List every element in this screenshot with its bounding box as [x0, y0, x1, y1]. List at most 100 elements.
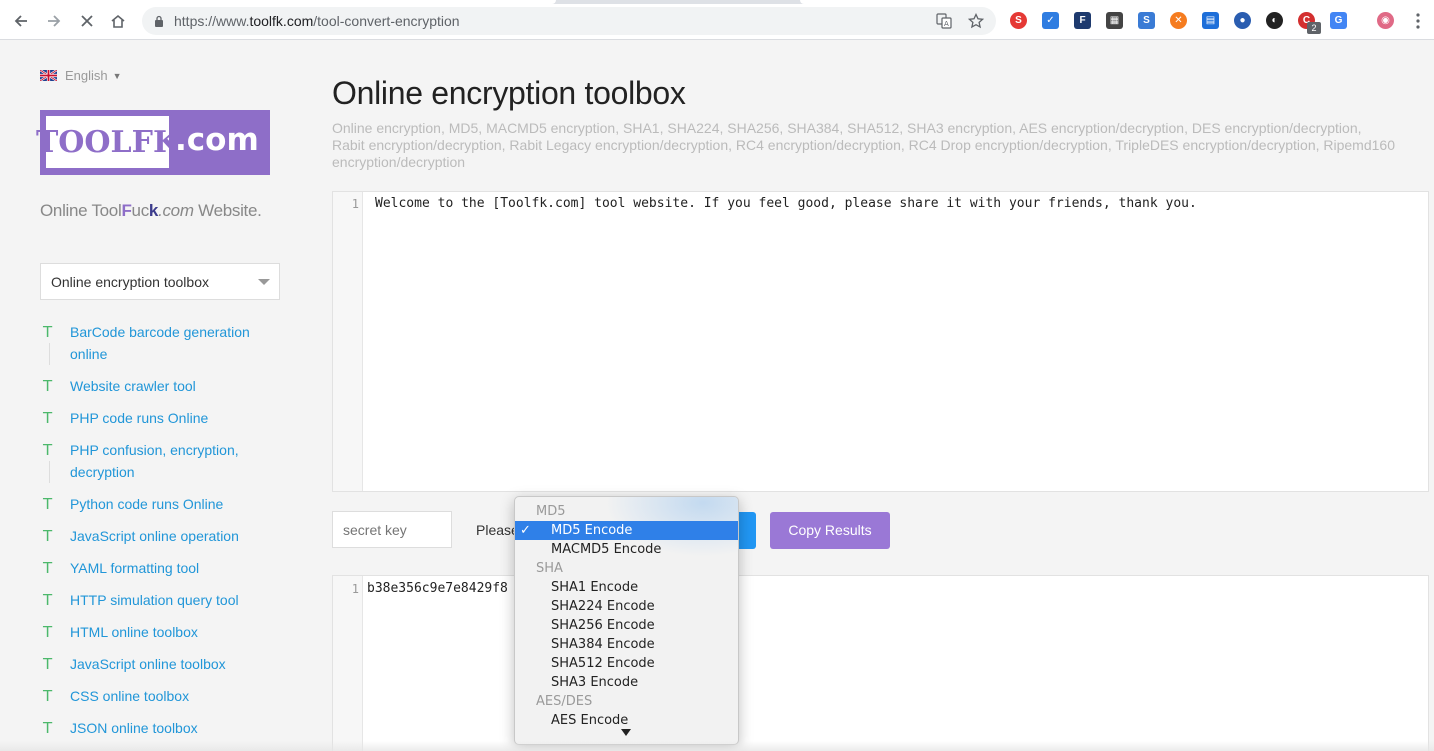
extension-s-icon[interactable]: S — [1010, 12, 1027, 29]
logo-domain: .com — [175, 122, 259, 158]
category-select[interactable]: Online encryption toolbox — [40, 263, 280, 300]
dropdown-option[interactable]: AES Encode — [515, 711, 738, 730]
url-text[interactable]: https://www.toolfk.com/tool-convert-encr… — [174, 13, 460, 29]
stop-loading-button[interactable] — [76, 10, 98, 32]
logo-text: TOOLFK — [35, 124, 180, 160]
line-number: 1 — [351, 197, 359, 211]
algorithm-select[interactable]: Please — [476, 522, 519, 538]
site-logo[interactable]: TOOLFK .com — [36, 110, 270, 175]
dropdown-option[interactable]: SHA512 Encode — [515, 654, 738, 673]
extension-globe-icon[interactable]: ● — [1234, 12, 1251, 29]
sidebar-tool-link[interactable]: T YAML formatting tool — [40, 557, 280, 579]
sidebar-tool-label: JavaScript online toolbox — [70, 656, 226, 672]
scroll-down-arrow-icon[interactable] — [621, 729, 631, 736]
lock-icon — [155, 15, 163, 27]
address-bar[interactable]: https://www.toolfk.com/tool-convert-encr… — [142, 7, 996, 35]
checkmark-icon: ✓ — [520, 523, 531, 538]
dropdown-option[interactable]: SHA384 Encode — [515, 635, 738, 654]
sidebar-tool-link[interactable]: T Website crawler tool — [40, 375, 280, 397]
dropdown-option-label: MD5 — [536, 504, 566, 519]
copy-results-button[interactable]: Copy Results — [770, 512, 890, 549]
tab-strip-edge-left — [0, 0, 556, 4]
more-menu-icon[interactable] — [1414, 12, 1422, 30]
url-scheme: https://www. — [174, 13, 250, 29]
tab-strip-edge-right — [800, 0, 1434, 4]
extension-orange-icon[interactable]: ✕ — [1170, 12, 1187, 29]
extension-translate-icon[interactable]: G — [1330, 12, 1347, 29]
back-button[interactable] — [10, 10, 32, 32]
page-title: Online encryption toolbox — [332, 75, 686, 111]
sidebar-tool-link[interactable]: T JavaScript online toolbox — [40, 653, 280, 675]
dropdown-option[interactable]: SHA224 Encode — [515, 597, 738, 616]
sidebar-tool-label: CSS online toolbox — [70, 688, 190, 704]
caret-down-icon: ▼ — [112, 70, 122, 81]
extension-s-blue-icon[interactable]: S — [1138, 12, 1155, 29]
sidebar-tool-label: PHP confusion, encryption, decryption — [70, 442, 239, 480]
extension-f-icon[interactable]: F — [1074, 12, 1091, 29]
output-text[interactable]: b38e356c9e7e8429f8 — [367, 581, 508, 596]
input-editor[interactable]: 1 Welcome to the [Toolfk.com] tool websi… — [332, 191, 1429, 492]
dropdown-option-label: AES Encode — [551, 713, 629, 728]
tagline-part4: k — [148, 201, 159, 220]
bookmark-star-icon[interactable] — [968, 13, 984, 29]
language-label: English — [65, 68, 108, 83]
sidebar-tool-label: JavaScript online operation — [70, 528, 239, 544]
output-editor[interactable]: 1 b38e356c9e7e8429f8 — [332, 575, 1429, 751]
sidebar-tool-label: JSON online toolbox — [70, 720, 198, 736]
forward-button[interactable] — [43, 10, 65, 32]
sidebar-tool-link[interactable]: T CSS online toolbox — [40, 685, 280, 707]
extension-check-icon[interactable]: ✓ — [1042, 12, 1059, 29]
tool-marker-icon: T — [43, 323, 53, 341]
sidebar-tool-label: HTML online toolbox — [70, 624, 198, 640]
site-tagline: Online ToolFuck.com Website. — [40, 201, 262, 221]
dropdown-option[interactable]: SHA1 Encode — [515, 578, 738, 597]
tool-marker-icon: T — [43, 623, 53, 641]
sidebar-tool-link[interactable]: T Python code runs Online — [40, 493, 280, 515]
sidebar-tool-label: PHP code runs Online — [70, 410, 209, 426]
sidebar-tool-link[interactable]: T JSON online toolbox — [40, 717, 280, 739]
tool-marker-icon: T — [43, 527, 53, 545]
extension-calendar-icon[interactable]: ▤ — [1202, 12, 1219, 29]
tagline-part6: Website. — [193, 201, 262, 220]
translate-icon[interactable]: A — [936, 13, 952, 29]
tagline-part3: uc — [131, 201, 150, 220]
option-group-label: AES/DES — [515, 692, 738, 711]
logo-text-box: TOOLFK — [36, 116, 179, 168]
sidebar-tool-link[interactable]: T HTTP simulation query tool — [40, 589, 280, 611]
dropdown-option-label: SHA256 Encode — [551, 618, 655, 633]
dropdown-option[interactable]: SHA3 Encode — [515, 673, 738, 692]
sidebar-tool-link[interactable]: T BarCode barcode generation online — [40, 321, 280, 365]
option-group-label: MD5 — [515, 502, 738, 521]
tool-marker-icon: T — [43, 495, 53, 513]
tagline-part5: .com — [158, 201, 194, 220]
forward-arrow-icon — [48, 15, 61, 27]
sidebar-tool-link[interactable]: T PHP confusion, encryption, decryption — [40, 439, 280, 483]
home-button[interactable] — [107, 10, 129, 32]
input-text[interactable]: Welcome to the [Toolfk.com] tool website… — [375, 196, 1197, 211]
dropdown-option[interactable]: MACMD5 Encode — [515, 540, 738, 559]
algorithm-dropdown-menu[interactable]: MD5 ✓ MD5 Encode MACMD5 Encode SHA SHA1 Encod… — [514, 496, 739, 745]
language-switcher[interactable]: English ▼ — [40, 68, 122, 83]
sidebar-tool-label: Python code runs Online — [70, 496, 224, 512]
tab-strip — [0, 0, 1434, 4]
extension-half-moon-icon[interactable]: ◐ — [1266, 12, 1283, 29]
extension-qrcode-icon[interactable]: ▦ — [1106, 12, 1123, 29]
sidebar-tool-link[interactable]: T PHP code runs Online — [40, 407, 280, 429]
close-icon — [81, 15, 93, 27]
connector-line — [49, 461, 50, 483]
url-path: /tool-convert-encryption — [313, 13, 460, 29]
tool-marker-icon: T — [43, 687, 53, 705]
tool-marker-icon: T — [43, 377, 53, 395]
dropdown-option[interactable]: SHA256 Encode — [515, 616, 738, 635]
tool-marker-icon: T — [43, 441, 53, 459]
tool-list: T BarCode barcode generation online T Websi… — [40, 321, 280, 749]
sidebar-tool-label: BarCode barcode generation online — [70, 324, 250, 362]
secret-key-input[interactable] — [332, 511, 452, 548]
profile-avatar[interactable]: ◉ — [1377, 12, 1394, 29]
home-icon — [111, 14, 125, 28]
sidebar-tool-link[interactable]: T HTML online toolbox — [40, 621, 280, 643]
sidebar-tool-link[interactable]: T JavaScript online operation — [40, 525, 280, 547]
dropdown-option[interactable]: ✓ MD5 Encode — [515, 521, 738, 540]
connector-line — [49, 343, 50, 365]
line-number-gutter — [333, 576, 363, 751]
